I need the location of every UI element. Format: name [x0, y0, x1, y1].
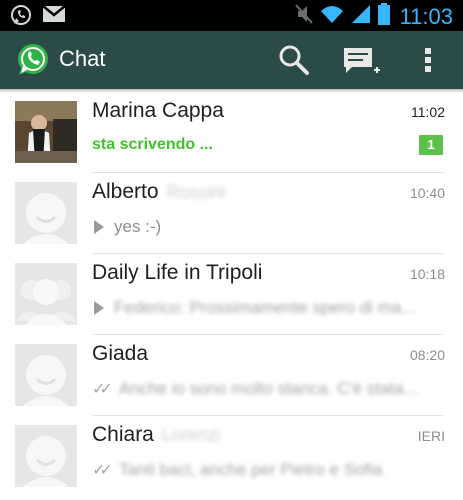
double-check-icon: ✓✓	[92, 462, 113, 479]
chat-preview: sta scrivendo ...	[92, 136, 213, 153]
whatsapp-logo-icon[interactable]	[16, 43, 50, 77]
avatar	[15, 101, 77, 163]
gmail-notification-icon	[42, 4, 66, 31]
double-check-icon: ✓✓	[92, 381, 113, 398]
overflow-menu-icon[interactable]	[420, 44, 436, 76]
chat-time: 10:18	[409, 266, 445, 282]
chat-row[interactable]: Giada 08:20 ✓✓ Anche io sono molto stanc…	[0, 335, 463, 416]
status-bar: 11:03	[0, 0, 463, 31]
chat-name-blurred: Lorenzi	[161, 425, 221, 445]
chat-preview: yes :-)	[114, 217, 162, 236]
status-time: 11:03	[399, 3, 453, 29]
chat-time: 10:40	[409, 185, 445, 201]
typing-indicator: sta scrivendo ...	[92, 136, 442, 154]
screen-title: Chat	[59, 46, 106, 71]
unread-badge: 1	[419, 135, 443, 155]
chat-name-container: Chiara Lorenzi	[92, 423, 221, 447]
avatar	[15, 344, 77, 406]
new-chat-icon[interactable]	[343, 45, 381, 77]
play-icon	[94, 220, 104, 234]
chat-name: Giada	[92, 342, 149, 365]
avatar	[15, 263, 77, 325]
chat-preview: Tanti baci, anche per Pietro e Sofia	[118, 460, 383, 479]
wifi-icon	[320, 3, 344, 30]
chat-time: 11:02	[411, 104, 445, 120]
battery-icon	[377, 3, 390, 30]
action-bar: Chat	[0, 31, 463, 89]
chat-name: Chiara	[92, 423, 154, 446]
chat-name-container: Alberto Rossini	[92, 180, 226, 204]
chat-row[interactable]: Daily Life in Tripoli 10:18 Federico: Pr…	[0, 254, 463, 335]
chat-time: 08:20	[409, 347, 445, 363]
mute-icon	[294, 3, 314, 30]
search-icon[interactable]	[278, 44, 310, 76]
whatsapp-notification-icon	[10, 4, 32, 31]
chat-name: Alberto	[92, 180, 159, 203]
chat-preview-row: ✓✓ Tanti baci, anche per Pietro e Sofia	[92, 460, 442, 480]
chat-preview-row: Federico: Prossimamente spero di ma...	[92, 298, 442, 318]
signal-icon	[350, 3, 372, 30]
chat-preview: Federico: Prossimamente spero di ma...	[114, 298, 416, 317]
chat-name: Marina Cappa	[92, 99, 224, 122]
play-icon	[94, 301, 104, 315]
chat-name-blurred: Rossini	[166, 182, 226, 202]
chat-row[interactable]: Alberto Rossini 10:40 yes :-)	[0, 173, 463, 254]
chat-row[interactable]: Marina Cappa 11:02 sta scrivendo ... 1	[0, 92, 463, 173]
avatar	[15, 425, 77, 487]
chat-preview-row: ✓✓ Anche io sono molto stanca. C'è stata…	[92, 379, 442, 399]
avatar	[15, 182, 77, 244]
chat-preview: Anche io sono molto stanca. C'è stata...	[118, 379, 418, 398]
chat-preview-row: yes :-)	[92, 217, 442, 237]
chat-row[interactable]: Chiara Lorenzi IERI ✓✓ Tanti baci, anche …	[0, 416, 463, 497]
chat-name: Daily Life in Tripoli	[92, 261, 263, 284]
chat-time: IERI	[417, 428, 445, 444]
